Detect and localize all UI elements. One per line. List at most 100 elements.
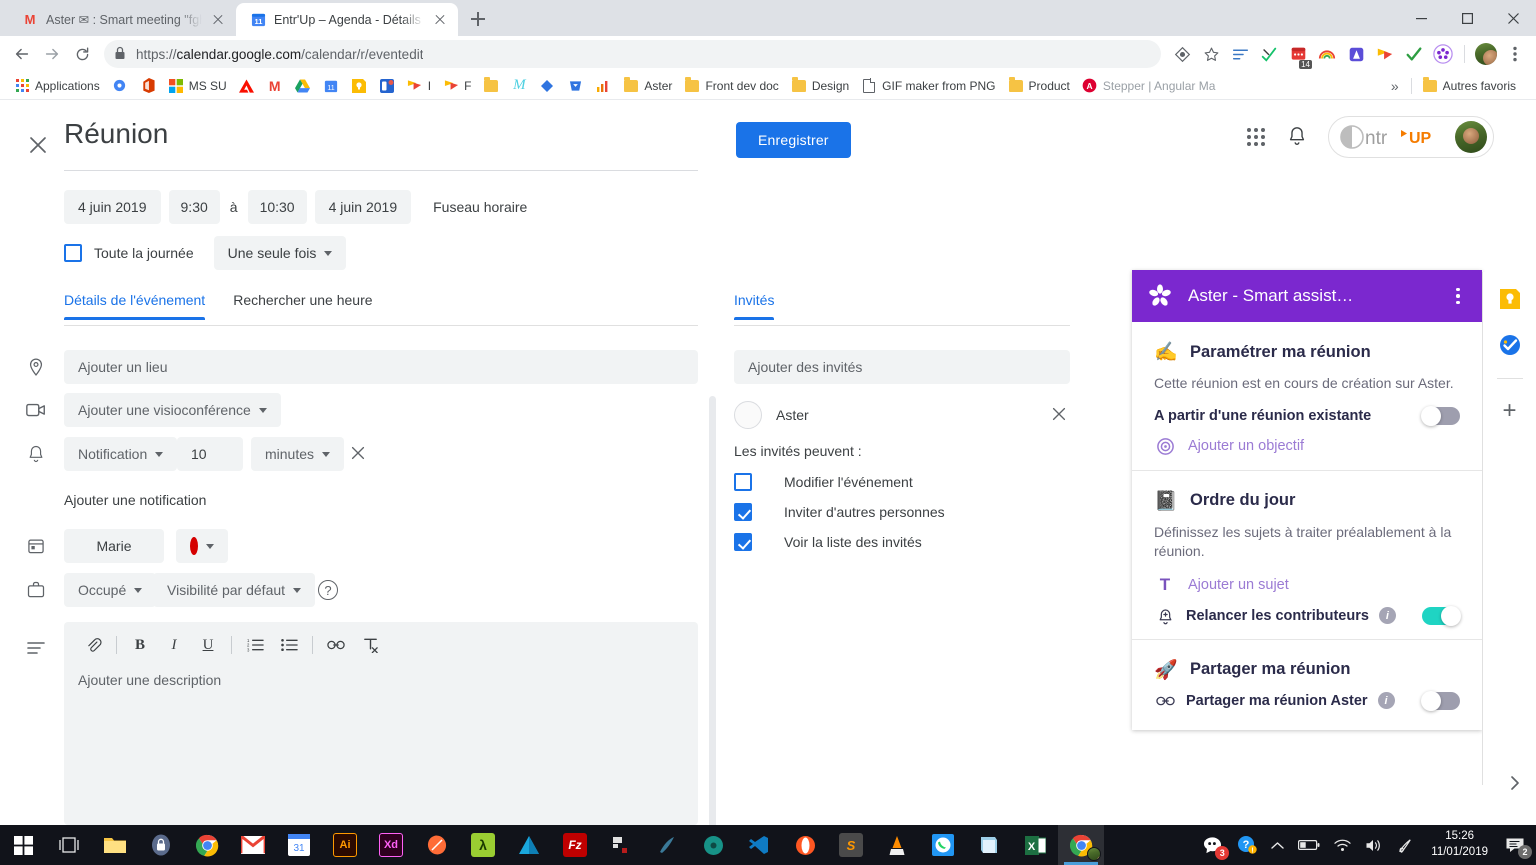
chat-tray-icon[interactable]: 3 bbox=[1195, 825, 1230, 865]
bookmark-item[interactable]: Front dev doc bbox=[678, 75, 784, 97]
start-time-field[interactable]: 9:30 bbox=[168, 190, 220, 224]
rainbow-ext-icon[interactable] bbox=[1314, 41, 1340, 67]
info-icon[interactable]: i bbox=[1378, 607, 1396, 625]
availability-dropdown[interactable]: Occupé bbox=[64, 573, 157, 607]
volume-icon[interactable] bbox=[1358, 825, 1390, 865]
bookmark-item[interactable]: M bbox=[505, 75, 533, 97]
bookmark-item[interactable] bbox=[533, 75, 561, 97]
password-manager-icon[interactable] bbox=[138, 825, 184, 865]
bell-icon[interactable] bbox=[1286, 125, 1310, 149]
notification-unit-dropdown[interactable]: minutes bbox=[251, 437, 345, 471]
bookmark-other-favorites[interactable]: Autres favoris bbox=[1416, 75, 1522, 97]
browser-tab-close-icon[interactable] bbox=[432, 12, 448, 28]
add-conference-dropdown[interactable]: Ajouter une visioconférence bbox=[64, 393, 281, 427]
bookmark-item[interactable] bbox=[233, 75, 261, 97]
excel-icon[interactable]: X bbox=[1012, 825, 1058, 865]
bold-icon[interactable]: B bbox=[123, 630, 157, 660]
bookmark-item[interactable]: Aster bbox=[617, 75, 678, 97]
remove-notification-icon[interactable] bbox=[349, 444, 369, 464]
content-scrollbar[interactable] bbox=[709, 396, 716, 865]
end-date-field[interactable]: 4 juin 2019 bbox=[314, 190, 412, 224]
notepad-icon[interactable] bbox=[966, 825, 1012, 865]
end-time-field[interactable]: 10:30 bbox=[247, 190, 307, 224]
bookmark-apps[interactable]: Applications bbox=[8, 75, 106, 97]
tab-guests[interactable]: Invités bbox=[734, 292, 775, 320]
gmail-icon[interactable] bbox=[230, 825, 276, 865]
diamond-icon[interactable] bbox=[1169, 41, 1195, 67]
event-color-dropdown[interactable] bbox=[176, 529, 228, 563]
minimize-button[interactable] bbox=[1398, 0, 1444, 36]
bookmark-item[interactable] bbox=[373, 75, 401, 97]
tab-find-time[interactable]: Rechercher une heure bbox=[219, 292, 386, 320]
description-editor[interactable]: B I U 123 Ajouter une description bbox=[64, 622, 698, 825]
vs-code-icon[interactable] bbox=[736, 825, 782, 865]
permission-label[interactable]: Inviter d'autres personnes bbox=[784, 504, 945, 520]
bookmark-item[interactable] bbox=[477, 75, 505, 97]
recurrence-dropdown[interactable]: Une seule fois bbox=[213, 236, 347, 270]
browser-tab-1[interactable]: 11 Entr'Up – Agenda - Détails de l'év bbox=[236, 3, 458, 36]
browser-tab-close-icon[interactable] bbox=[210, 12, 226, 28]
tab-event-details[interactable]: Détails de l'événement bbox=[64, 292, 219, 320]
battery-icon[interactable] bbox=[1291, 825, 1327, 865]
apps-grid-icon[interactable] bbox=[1244, 125, 1268, 149]
taskbar-clock[interactable]: 15:26 11/01/2019 bbox=[1421, 829, 1498, 860]
bookmark-item[interactable] bbox=[106, 75, 134, 97]
location-input[interactable]: Ajouter un lieu bbox=[64, 350, 698, 384]
share-meeting-toggle[interactable] bbox=[1421, 690, 1460, 711]
start-button[interactable] bbox=[0, 825, 46, 865]
grammarly-icon[interactable] bbox=[1256, 41, 1282, 67]
bookmark-star-icon[interactable] bbox=[1198, 41, 1224, 67]
tasks-icon[interactable] bbox=[1497, 332, 1523, 358]
sublime-text-icon[interactable]: S bbox=[828, 825, 874, 865]
pen-icon[interactable] bbox=[1390, 825, 1421, 865]
notification-center-icon[interactable]: 2 bbox=[1498, 825, 1532, 865]
all-day-checkbox[interactable] bbox=[64, 244, 82, 262]
notification-value-input[interactable]: 10 bbox=[177, 437, 243, 471]
entrup-brand-pill[interactable]: ntr UP bbox=[1328, 116, 1494, 158]
terminal-icon[interactable] bbox=[598, 825, 644, 865]
calendar-ext-icon[interactable]: 14 bbox=[1285, 41, 1312, 69]
new-tab-button[interactable] bbox=[464, 5, 492, 33]
adobe-xd-icon[interactable]: Xd bbox=[368, 825, 414, 865]
wifi-icon[interactable] bbox=[1327, 825, 1358, 865]
permission-label[interactable]: Modifier l'événement bbox=[784, 474, 913, 490]
aster-overflow-menu-icon[interactable] bbox=[1448, 284, 1468, 309]
opera-icon[interactable] bbox=[782, 825, 828, 865]
bookmarks-overflow-button[interactable]: » bbox=[1383, 75, 1407, 97]
task-view-button[interactable] bbox=[46, 825, 92, 865]
notification-type-dropdown[interactable]: Notification bbox=[64, 437, 178, 471]
bookmark-item[interactable]: Design bbox=[785, 75, 855, 97]
adobe-acrobat-icon[interactable] bbox=[1343, 41, 1369, 67]
share-ext-icon[interactable] bbox=[1372, 41, 1398, 67]
add-guests-input[interactable]: Ajouter des invités bbox=[734, 350, 1070, 384]
bookmark-item[interactable] bbox=[289, 75, 317, 97]
italic-icon[interactable]: I bbox=[157, 630, 191, 660]
aster-ext-icon[interactable] bbox=[1430, 41, 1456, 67]
filezilla-icon[interactable]: Fz bbox=[552, 825, 598, 865]
avatar[interactable] bbox=[1455, 121, 1487, 153]
attach-icon[interactable] bbox=[76, 630, 110, 660]
keep-icon[interactable] bbox=[1497, 286, 1523, 312]
reading-list-icon[interactable] bbox=[1227, 41, 1253, 67]
bookmark-item[interactable] bbox=[561, 75, 589, 97]
chrome-menu-icon[interactable] bbox=[1502, 41, 1528, 67]
maximize-button[interactable] bbox=[1444, 0, 1490, 36]
bookmark-item[interactable]: GIF maker from PNG bbox=[855, 75, 1001, 97]
numbered-list-icon[interactable]: 123 bbox=[238, 630, 272, 660]
autodesk-icon[interactable] bbox=[506, 825, 552, 865]
all-day-label[interactable]: Toute la journée bbox=[94, 245, 194, 261]
remind-contributors-toggle[interactable] bbox=[1422, 605, 1461, 626]
event-title[interactable]: Réunion bbox=[64, 118, 168, 150]
bookmark-item[interactable]: A Stepper | Angular Ma bbox=[1076, 75, 1222, 97]
chrome-icon[interactable] bbox=[184, 825, 230, 865]
bookmark-item[interactable]: M bbox=[261, 75, 289, 97]
add-icon[interactable]: + bbox=[1502, 399, 1516, 423]
chevron-right-icon[interactable] bbox=[1508, 775, 1522, 795]
illustrator-icon[interactable]: Ai bbox=[322, 825, 368, 865]
bookmark-item[interactable]: F bbox=[437, 75, 477, 97]
clear-format-icon[interactable] bbox=[353, 630, 387, 660]
bookmark-item[interactable]: 11 bbox=[317, 75, 345, 97]
bookmark-item[interactable] bbox=[589, 75, 617, 97]
add-subject-link[interactable]: T Ajouter un sujet bbox=[1154, 575, 1460, 595]
permission-checkbox-seelist[interactable] bbox=[734, 533, 752, 551]
